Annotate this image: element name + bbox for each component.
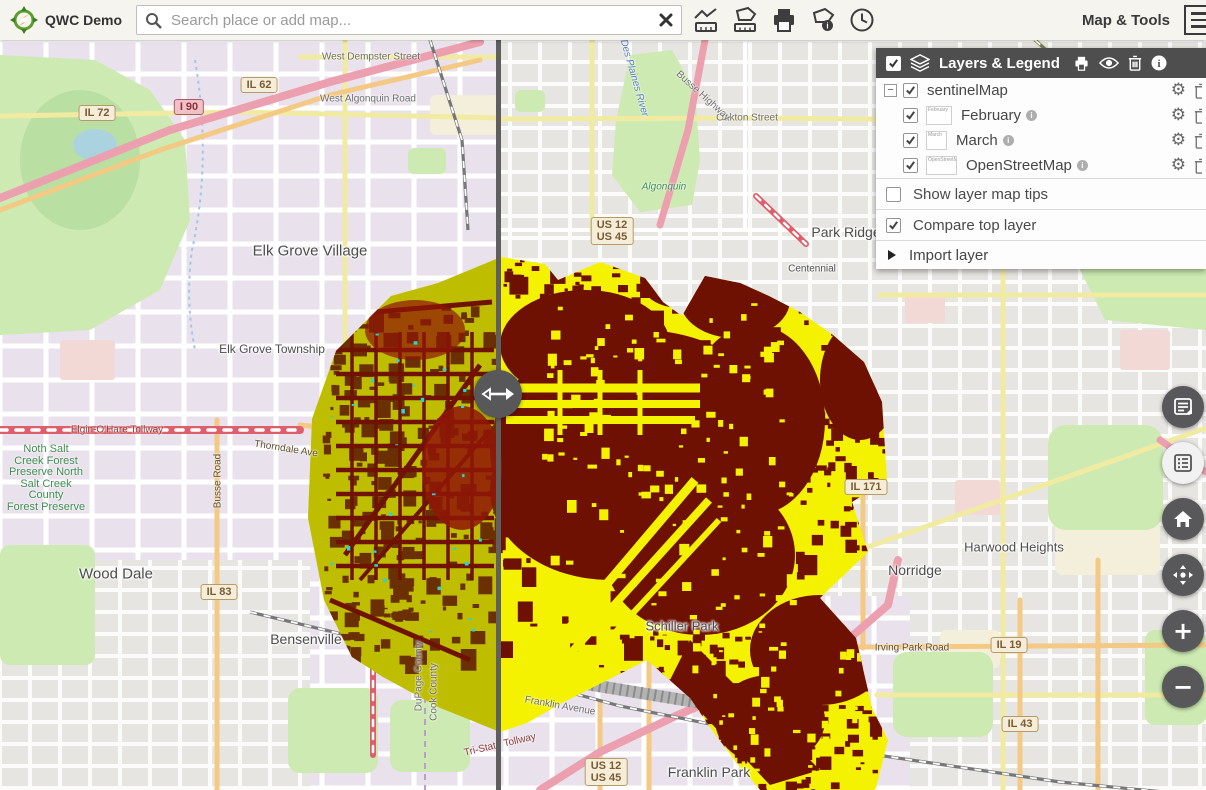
- plus-icon: +: [1173, 619, 1193, 643]
- option-compare-top-layer[interactable]: Compare top layer: [876, 209, 1206, 240]
- layer-tree: − sentinelMap ⚙ February February i ⚙ March Marc…: [876, 78, 1206, 178]
- option-show-layer-map-tips[interactable]: Show layer map tips: [876, 178, 1206, 209]
- layer-row-OpenStreetMap[interactable]: OpenStreetMap OpenStreetMap i ⚙: [876, 153, 1206, 178]
- option-label: Show layer map tips: [913, 186, 1048, 203]
- hamburger-menu-button[interactable]: [1184, 5, 1206, 35]
- zoom-in-button[interactable]: +: [1162, 610, 1204, 652]
- zoom-to-extent-button[interactable]: [1162, 554, 1204, 596]
- visibility-eye-icon[interactable]: [1099, 56, 1119, 70]
- search-input[interactable]: [169, 11, 652, 30]
- compass-logo-icon: [10, 6, 38, 34]
- layer-label[interactable]: sentinelMap: [927, 82, 1008, 99]
- layer-settings-icon[interactable]: ⚙: [1171, 157, 1186, 174]
- layer-trash-icon-cut[interactable]: [1194, 108, 1202, 124]
- layers-icon: [910, 54, 930, 72]
- collapse-expander[interactable]: −: [884, 84, 897, 97]
- layer-checkbox[interactable]: [903, 158, 918, 173]
- zoom-out-button[interactable]: −: [1162, 666, 1204, 708]
- print-icon[interactable]: [769, 5, 799, 35]
- layer-trash-icon-cut[interactable]: [1194, 83, 1202, 99]
- layer-info-icon[interactable]: i: [1003, 135, 1014, 146]
- compare-slider-handle[interactable]: [474, 370, 522, 418]
- layer-settings-icon[interactable]: ⚙: [1171, 107, 1186, 124]
- search-icon: [145, 12, 162, 29]
- import-layer-label: Import layer: [909, 247, 988, 264]
- layer-settings-icon[interactable]: ⚙: [1171, 82, 1186, 99]
- top-bar: QWC Demo: [0, 0, 1206, 40]
- option-checkbox[interactable]: [886, 187, 901, 202]
- map-tools-menu-label[interactable]: Map & Tools: [1082, 12, 1170, 29]
- layers-panel-header: Layers & Legend i: [876, 48, 1206, 78]
- edit-notes-button[interactable]: [1162, 386, 1204, 428]
- app-logo[interactable]: QWC Demo: [0, 6, 136, 34]
- layer-info-icon[interactable]: i: [1026, 110, 1037, 121]
- layer-row-sentinelMap[interactable]: − sentinelMap ⚙: [876, 78, 1206, 103]
- svg-text:i: i: [1157, 58, 1160, 70]
- option-checkbox[interactable]: [886, 218, 901, 233]
- trash-icon[interactable]: [1128, 55, 1142, 71]
- layer-trash-icon-cut[interactable]: [1194, 133, 1202, 149]
- legend-thumbnail: OpenStreetMap: [926, 156, 957, 175]
- clear-search-icon[interactable]: [659, 13, 673, 27]
- import-layer-row[interactable]: Import layer: [876, 240, 1206, 269]
- layer-label[interactable]: February: [961, 107, 1021, 124]
- panel-title: Layers & Legend: [939, 55, 1060, 72]
- layer-settings-icon[interactable]: ⚙: [1171, 132, 1186, 149]
- legend-thumbnail: February: [926, 106, 952, 125]
- draw-polygon-icon[interactable]: [730, 5, 760, 35]
- home-icon: [1172, 508, 1194, 530]
- measure-icon[interactable]: [691, 5, 721, 35]
- layer-checkbox[interactable]: [903, 133, 918, 148]
- legend-thumbnail: March: [926, 131, 947, 150]
- expand-arrow-icon: [888, 250, 896, 260]
- layer-label[interactable]: OpenStreetMap: [966, 157, 1072, 174]
- layer-checkbox[interactable]: [903, 108, 918, 123]
- note-edit-icon: [1172, 396, 1194, 418]
- layer-trash-icon-cut[interactable]: [1194, 158, 1202, 174]
- layers-panel: Layers & Legend i −sentinelMap⚙FebruaryF…: [876, 48, 1206, 269]
- app-title: QWC Demo: [45, 12, 122, 28]
- minus-icon: −: [1173, 675, 1193, 699]
- layer-row-March[interactable]: MarchMarchi⚙: [876, 128, 1206, 153]
- panel-master-checkbox[interactable]: [886, 56, 901, 71]
- identify-region-icon[interactable]: i: [808, 5, 838, 35]
- layer-info-icon[interactable]: i: [1077, 160, 1088, 171]
- legend-list-icon: [1172, 452, 1194, 474]
- option-label: Compare top layer: [913, 217, 1036, 234]
- search-box[interactable]: [136, 5, 682, 35]
- layer-label[interactable]: March: [956, 132, 998, 149]
- layer-checkbox[interactable]: [903, 83, 918, 98]
- left-right-arrows-icon: [481, 385, 515, 403]
- print-legend-icon[interactable]: [1073, 55, 1090, 72]
- home-button[interactable]: [1162, 498, 1204, 540]
- layer-row-February[interactable]: February February i ⚙: [876, 103, 1206, 128]
- time-icon[interactable]: [847, 5, 877, 35]
- extent-icon: [1171, 563, 1195, 587]
- svg-text:i: i: [826, 22, 828, 31]
- map-legend-button[interactable]: [1162, 442, 1204, 484]
- info-icon[interactable]: i: [1151, 55, 1167, 71]
